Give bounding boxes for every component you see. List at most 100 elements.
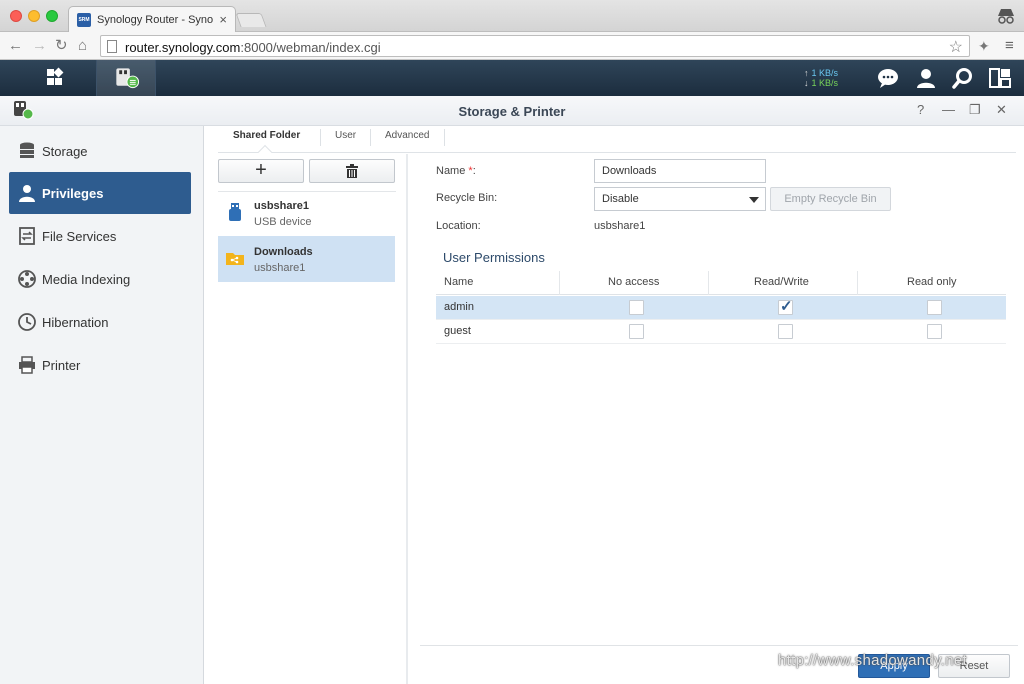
- minimize-icon[interactable]: —: [942, 102, 955, 117]
- column-header-read-write[interactable]: Read/Write: [754, 276, 809, 288]
- user-permissions-title: User Permissions: [443, 250, 545, 265]
- pane-divider: [406, 154, 408, 684]
- network-speed: ↑ 1 KB/s ↓ 1 KB/s: [804, 68, 839, 88]
- column-separator: [559, 271, 560, 295]
- help-icon[interactable]: ?: [917, 102, 924, 117]
- read-write-checkbox[interactable]: [778, 324, 793, 339]
- restore-icon[interactable]: ❐: [969, 102, 981, 118]
- footer-divider: [420, 645, 1018, 646]
- sidebar-item-label: Privileges: [42, 186, 104, 201]
- read-only-checkbox[interactable]: [927, 300, 942, 315]
- browser-toolbar: ← → ↻ ⌂ router.synology.com:8000/webman/…: [0, 32, 1024, 60]
- download-speed: 1 KB/s: [811, 78, 839, 88]
- shared-folder-list: + usbshare1 USB device Downloads usbshar…: [210, 154, 406, 684]
- read-write-checkbox[interactable]: ✓: [778, 298, 793, 315]
- home-icon[interactable]: ⌂: [78, 37, 87, 55]
- name-label: Name *:: [436, 165, 476, 177]
- no-access-checkbox[interactable]: [629, 324, 644, 339]
- user-icon[interactable]: [914, 66, 938, 90]
- incognito-icon: [998, 9, 1014, 24]
- back-arrow-icon[interactable]: ←: [8, 37, 23, 55]
- column-header-name[interactable]: Name: [444, 276, 473, 288]
- sidebar-item-label: Printer: [42, 358, 81, 373]
- read-only-checkbox[interactable]: [927, 324, 942, 339]
- empty-recycle-bin-button[interactable]: Empty Recycle Bin: [770, 187, 891, 211]
- main-menu-icon[interactable]: [24, 60, 84, 96]
- sidebar-item-label: Storage: [42, 144, 88, 159]
- tab-shared-folder[interactable]: Shared Folder: [233, 130, 300, 141]
- sidebar-item-privileges[interactable]: Privileges: [9, 172, 191, 214]
- column-separator: [857, 271, 858, 295]
- list-item[interactable]: usbshare1 USB device: [218, 190, 395, 236]
- srm-favicon-icon: SRM: [77, 13, 91, 27]
- table-header: Name No access Read/Write Read only: [436, 271, 1006, 295]
- address-bar[interactable]: router.synology.com:8000/webman/index.cg…: [100, 35, 970, 57]
- table-row[interactable]: guest: [436, 320, 1006, 344]
- dropdown-arrow-icon: [749, 197, 759, 203]
- folder-name: usbshare1: [254, 200, 310, 212]
- folder-name: Downloads: [254, 246, 313, 258]
- sidebar-item-printer[interactable]: Printer: [9, 344, 191, 386]
- sidebar-item-storage[interactable]: Storage: [9, 130, 191, 172]
- recycle-bin-label: Recycle Bin:: [436, 192, 498, 204]
- window-title: Storage & Printer: [458, 104, 566, 119]
- bookmark-star-icon[interactable]: ☆: [949, 37, 963, 57]
- user-name: admin: [444, 301, 474, 313]
- reload-icon[interactable]: ↻: [55, 37, 68, 55]
- browser-tab[interactable]: SRM Synology Router - Synolog ×: [68, 6, 236, 33]
- folder-settings-form: Name *: Downloads Recycle Bin: Disable E…: [420, 154, 1020, 634]
- delete-button[interactable]: [309, 159, 395, 183]
- sidebar-item-media-indexing[interactable]: Media Indexing: [9, 258, 191, 300]
- sidebar-item-file-services[interactable]: File Services: [9, 215, 191, 257]
- widgets-icon[interactable]: [988, 66, 1012, 90]
- column-header-no-access[interactable]: No access: [608, 276, 659, 288]
- notifications-icon[interactable]: [876, 66, 900, 90]
- shared-folder-icon: [226, 253, 244, 265]
- page-icon: [107, 40, 117, 53]
- forward-arrow-icon[interactable]: →: [32, 37, 47, 55]
- usb-device-icon: [229, 203, 241, 221]
- search-icon[interactable]: [951, 66, 975, 90]
- tab-user[interactable]: User: [335, 130, 356, 141]
- location-label: Location:: [436, 220, 481, 232]
- folder-location: usbshare1: [254, 262, 306, 274]
- browser-menu-icon[interactable]: ≡: [1005, 37, 1014, 54]
- url-text: router.synology.com:8000/webman/index.cg…: [125, 40, 381, 55]
- tab-strip: Shared Folder User Advanced: [218, 126, 1016, 160]
- media-indexing-icon: [18, 270, 36, 288]
- browser-tab-bar: SRM Synology Router - Synolog ×: [0, 0, 1024, 33]
- watermark: http://www.shadowandy.net: [778, 652, 967, 669]
- storage-printer-app-icon[interactable]: [96, 60, 156, 96]
- tab-separator: [444, 129, 445, 146]
- storage-icon: [20, 142, 34, 158]
- minimize-window-button[interactable]: [28, 10, 40, 22]
- location-value: usbshare1: [594, 220, 646, 232]
- sidebar-item-label: File Services: [42, 229, 117, 244]
- tab-separator: [320, 129, 321, 146]
- recycle-bin-select[interactable]: Disable: [594, 187, 766, 211]
- privileges-icon: [19, 185, 35, 202]
- printer-icon: [19, 356, 35, 374]
- file-services-icon: [19, 227, 35, 245]
- zoom-window-button[interactable]: [46, 10, 58, 22]
- add-button[interactable]: +: [218, 159, 304, 183]
- close-window-button[interactable]: [10, 10, 22, 22]
- table-row[interactable]: admin ✓: [436, 296, 1006, 320]
- new-tab-button[interactable]: [235, 13, 267, 27]
- sidebar-item-label: Media Indexing: [42, 272, 131, 287]
- sidebar-item-hibernation[interactable]: Hibernation: [9, 301, 191, 343]
- close-icon[interactable]: ✕: [996, 102, 1007, 118]
- column-header-read-only[interactable]: Read only: [907, 276, 957, 288]
- upload-speed: 1 KB/s: [811, 68, 839, 78]
- browser-tab-title: Synology Router - Synolog: [97, 14, 213, 26]
- no-access-checkbox[interactable]: [629, 300, 644, 315]
- srm-taskbar: ↑ 1 KB/s ↓ 1 KB/s: [0, 60, 1024, 96]
- list-item[interactable]: Downloads usbshare1: [218, 236, 395, 282]
- tab-close-icon[interactable]: ×: [219, 12, 227, 27]
- sidebar: Storage Privileges File Services Media I…: [0, 126, 204, 684]
- name-field[interactable]: Downloads: [594, 159, 766, 183]
- tab-separator: [370, 129, 371, 146]
- recycle-bin-value: Disable: [602, 193, 639, 205]
- tab-advanced[interactable]: Advanced: [385, 130, 429, 141]
- extension-icon[interactable]: ✦: [978, 38, 990, 55]
